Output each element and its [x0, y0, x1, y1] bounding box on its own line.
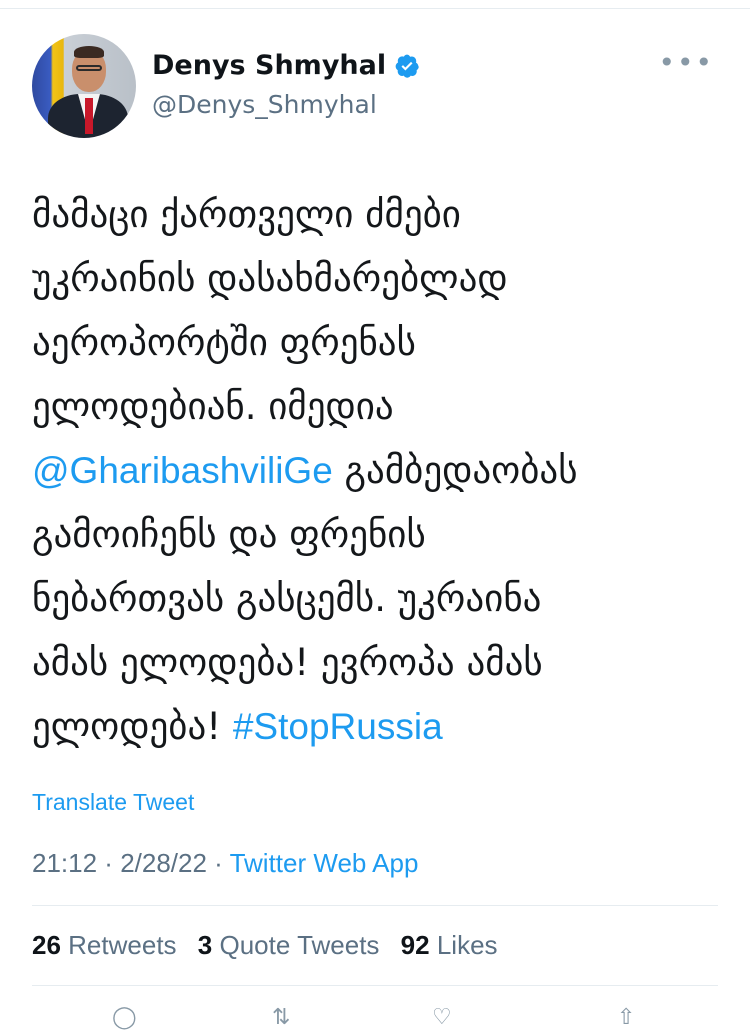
verified-badge-icon [395, 54, 419, 78]
divider [32, 985, 718, 986]
tweet-line: ელოდებიან. იმედია [32, 385, 394, 428]
more-options-icon[interactable]: ••• [658, 49, 714, 77]
likes-count: 92 [400, 930, 430, 960]
mention-link[interactable]: @GharibashviliGe [32, 450, 333, 491]
tweet-line: გამოიჩენს და ფრენის [32, 513, 426, 556]
quote-tweets-label: Quote Tweets [219, 930, 380, 960]
tweet-date[interactable]: 2/28/22 [120, 848, 207, 878]
separator: · [206, 848, 230, 878]
retweets-count: 26 [32, 930, 61, 960]
tweet-line: ამას ელოდება! ევროპა ამას [32, 641, 543, 684]
tweet-line: აეროპორტში ფრენას [32, 321, 416, 364]
tweet-time[interactable]: 21:12 [32, 848, 97, 878]
tweet-line: @GharibashviliGe გამბედაობას [32, 449, 578, 492]
retweets-label: Retweets [68, 930, 177, 960]
likes-stat[interactable]: 92 Likes [401, 930, 498, 960]
top-divider [0, 8, 750, 9]
quote-tweets-stat[interactable]: 3 Quote Tweets [198, 930, 380, 960]
avatar[interactable] [32, 34, 136, 138]
translate-tweet-link[interactable]: Translate Tweet [32, 789, 194, 816]
action-bar: ◯ ⇅ ♡ ⇧ [32, 1005, 718, 1030]
handle[interactable]: @Denys_Shmyhal [152, 90, 377, 119]
name-row: Denys Shmyhal [152, 50, 420, 81]
quote-tweets-count: 3 [197, 930, 213, 960]
avatar-glasses [76, 65, 102, 71]
avatar-tie [85, 98, 93, 134]
tweet-line: უკრაინის დასახმარებლად [32, 257, 508, 300]
tweet-header: Denys Shmyhal @Denys_Shmyhal ••• [32, 34, 722, 140]
tweet-line: ნებართვას გასცემს. უკრაინა [32, 577, 542, 620]
divider [32, 905, 718, 906]
avatar-hair [74, 46, 104, 58]
separator: · [97, 848, 121, 878]
likes-label: Likes [436, 930, 498, 960]
tweet-stats: 26 Retweets 3 Quote Tweets 92 Likes [32, 930, 512, 961]
tweet-line: მამაცი ქართველი ძმები [32, 193, 461, 236]
tweet-meta: 21:12 · 2/28/22 · Twitter Web App [32, 848, 418, 879]
retweets-stat[interactable]: 26 Retweets [32, 930, 177, 960]
display-name[interactable]: Denys Shmyhal [152, 50, 386, 81]
tweet-text: მამაცი ქართველი ძმები უკრაინის დასახმარე… [32, 183, 722, 759]
source-link[interactable]: Twitter Web App [230, 848, 419, 878]
tweet-line: ელოდება! #StopRussia [32, 705, 443, 748]
hashtag-link[interactable]: #StopRussia [233, 706, 443, 747]
